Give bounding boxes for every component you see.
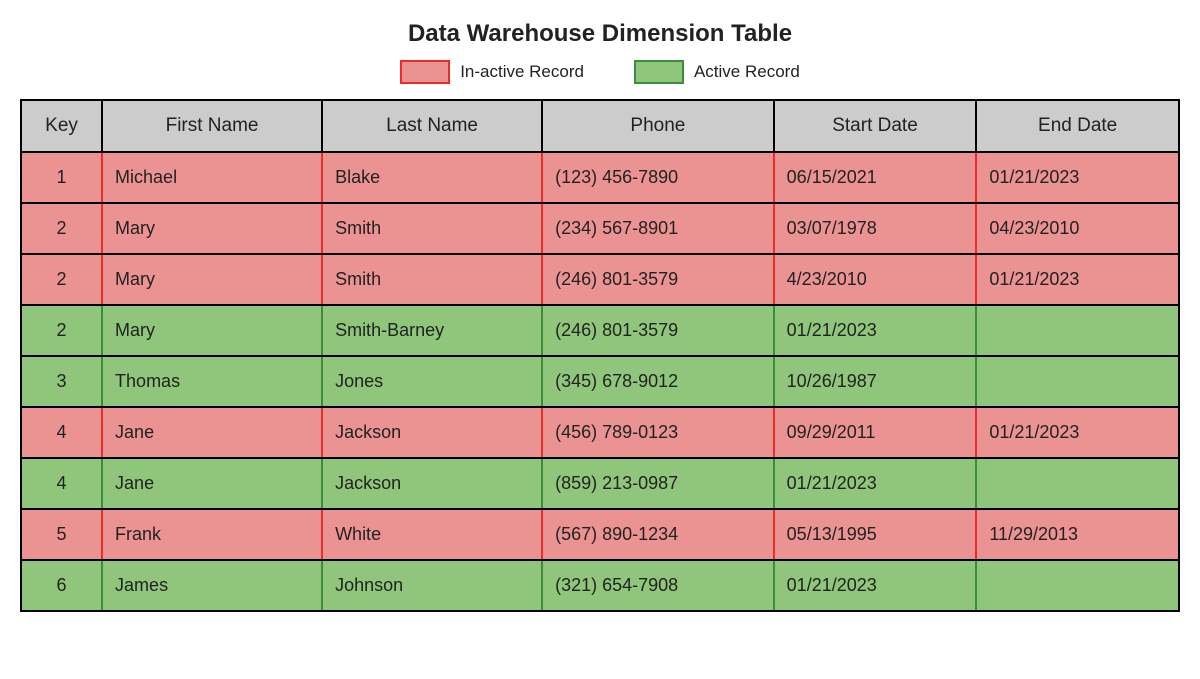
cell-first-name: Mary (102, 305, 322, 356)
cell-key: 3 (21, 356, 102, 407)
cell-last-name: Jones (322, 356, 542, 407)
table-row: 2MarySmith(234) 567-890103/07/197804/23/… (21, 203, 1179, 254)
cell-start-date: 06/15/2021 (774, 152, 977, 203)
cell-end-date: 04/23/2010 (976, 203, 1179, 254)
legend-active-label: Active Record (694, 62, 800, 82)
cell-key: 1 (21, 152, 102, 203)
cell-first-name: Jane (102, 407, 322, 458)
cell-phone: (345) 678-9012 (542, 356, 774, 407)
cell-key: 2 (21, 203, 102, 254)
cell-last-name: Johnson (322, 560, 542, 611)
cell-end-date: 01/21/2023 (976, 152, 1179, 203)
cell-phone: (246) 801-3579 (542, 254, 774, 305)
col-last-name: Last Name (322, 100, 542, 152)
cell-start-date: 4/23/2010 (774, 254, 977, 305)
table-row: 5FrankWhite(567) 890-123405/13/199511/29… (21, 509, 1179, 560)
table-row: 4JaneJackson(456) 789-012309/29/201101/2… (21, 407, 1179, 458)
cell-end-date: 01/21/2023 (976, 407, 1179, 458)
cell-end-date (976, 458, 1179, 509)
cell-end-date (976, 356, 1179, 407)
cell-last-name: Smith (322, 203, 542, 254)
cell-first-name: James (102, 560, 322, 611)
cell-key: 4 (21, 407, 102, 458)
table-row: 6JamesJohnson(321) 654-790801/21/2023 (21, 560, 1179, 611)
inactive-swatch-icon (400, 60, 450, 84)
cell-key: 2 (21, 254, 102, 305)
cell-phone: (456) 789-0123 (542, 407, 774, 458)
cell-key: 5 (21, 509, 102, 560)
cell-last-name: Smith-Barney (322, 305, 542, 356)
table-row: 3ThomasJones(345) 678-901210/26/1987 (21, 356, 1179, 407)
cell-phone: (567) 890-1234 (542, 509, 774, 560)
active-swatch-icon (634, 60, 684, 84)
legend-item-inactive: In-active Record (400, 60, 584, 84)
cell-last-name: Smith (322, 254, 542, 305)
cell-last-name: Blake (322, 152, 542, 203)
cell-first-name: Jane (102, 458, 322, 509)
table-row: 2MarySmith-Barney(246) 801-357901/21/202… (21, 305, 1179, 356)
cell-start-date: 01/21/2023 (774, 305, 977, 356)
cell-first-name: Mary (102, 254, 322, 305)
col-key: Key (21, 100, 102, 152)
cell-key: 6 (21, 560, 102, 611)
legend-item-active: Active Record (634, 60, 800, 84)
table-row: 2MarySmith(246) 801-35794/23/201001/21/2… (21, 254, 1179, 305)
cell-start-date: 10/26/1987 (774, 356, 977, 407)
cell-phone: (234) 567-8901 (542, 203, 774, 254)
cell-last-name: Jackson (322, 407, 542, 458)
page-title: Data Warehouse Dimension Table (20, 20, 1180, 48)
cell-end-date (976, 305, 1179, 356)
legend-inactive-label: In-active Record (460, 62, 584, 82)
cell-start-date: 03/07/1978 (774, 203, 977, 254)
table-row: 1MichaelBlake(123) 456-789006/15/202101/… (21, 152, 1179, 203)
table-header-row: Key First Name Last Name Phone Start Dat… (21, 100, 1179, 152)
legend: In-active Record Active Record (20, 60, 1180, 84)
cell-start-date: 05/13/1995 (774, 509, 977, 560)
cell-key: 4 (21, 458, 102, 509)
cell-first-name: Thomas (102, 356, 322, 407)
cell-phone: (859) 213-0987 (542, 458, 774, 509)
col-phone: Phone (542, 100, 774, 152)
cell-last-name: White (322, 509, 542, 560)
table-row: 4JaneJackson(859) 213-098701/21/2023 (21, 458, 1179, 509)
cell-start-date: 01/21/2023 (774, 458, 977, 509)
dimension-table-diagram: Data Warehouse Dimension Table In-active… (20, 20, 1180, 612)
col-first-name: First Name (102, 100, 322, 152)
dimension-table: Key First Name Last Name Phone Start Dat… (20, 99, 1180, 612)
cell-end-date: 11/29/2013 (976, 509, 1179, 560)
cell-start-date: 01/21/2023 (774, 560, 977, 611)
cell-phone: (321) 654-7908 (542, 560, 774, 611)
cell-phone: (123) 456-7890 (542, 152, 774, 203)
cell-end-date (976, 560, 1179, 611)
col-start-date: Start Date (774, 100, 977, 152)
cell-start-date: 09/29/2011 (774, 407, 977, 458)
cell-phone: (246) 801-3579 (542, 305, 774, 356)
cell-first-name: Frank (102, 509, 322, 560)
cell-last-name: Jackson (322, 458, 542, 509)
cell-first-name: Michael (102, 152, 322, 203)
cell-key: 2 (21, 305, 102, 356)
cell-end-date: 01/21/2023 (976, 254, 1179, 305)
col-end-date: End Date (976, 100, 1179, 152)
cell-first-name: Mary (102, 203, 322, 254)
